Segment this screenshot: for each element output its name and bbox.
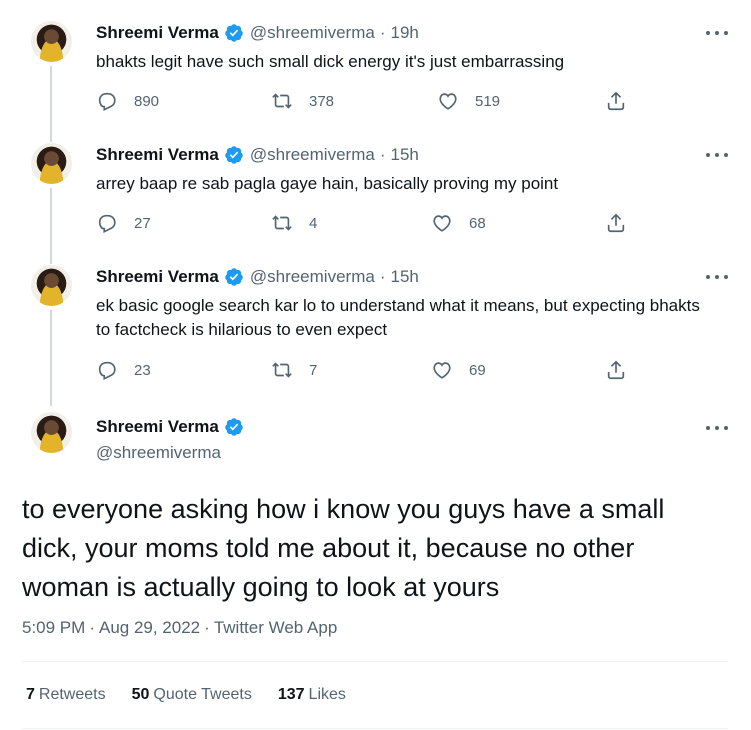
separator-dot: · bbox=[379, 145, 386, 164]
share-button[interactable] bbox=[605, 212, 643, 234]
avatar[interactable] bbox=[31, 265, 72, 306]
author-handle[interactable]: @shreemiverma bbox=[250, 267, 375, 287]
separator-dot: · bbox=[379, 23, 386, 42]
verified-badge-icon bbox=[225, 268, 243, 286]
reply-button[interactable]: 890 bbox=[96, 90, 159, 112]
heart-icon bbox=[439, 93, 457, 110]
divider bbox=[22, 661, 728, 662]
tweet-header: Shreemi Verma @shreemiverma · 15h bbox=[96, 267, 419, 287]
author-handle[interactable]: @shreemiverma bbox=[250, 23, 375, 43]
separator-dot: · bbox=[379, 267, 386, 286]
likes-stat[interactable]: 137 Likes bbox=[278, 686, 346, 704]
share-icon bbox=[607, 360, 625, 380]
reply-icon bbox=[98, 92, 116, 112]
author-name[interactable]: Shreemi Verma bbox=[96, 145, 219, 165]
share-icon bbox=[607, 213, 625, 233]
tweet-date[interactable]: Aug 29, 2022 bbox=[99, 618, 200, 637]
retweet-icon bbox=[272, 362, 292, 378]
like-count: 519 bbox=[475, 92, 501, 110]
reply-button[interactable]: 23 bbox=[96, 359, 151, 381]
share-icon bbox=[607, 91, 625, 111]
tweet-header: Shreemi Verma @shreemiverma · 15h bbox=[96, 145, 419, 165]
heart-icon bbox=[433, 215, 451, 232]
share-button[interactable] bbox=[605, 359, 643, 381]
separator-dot: · bbox=[204, 618, 210, 637]
like-count: 68 bbox=[469, 214, 486, 232]
tweet-text: ek basic google search kar lo to underst… bbox=[96, 296, 700, 339]
retweet-button[interactable]: 7 bbox=[271, 359, 317, 381]
divider bbox=[22, 728, 728, 729]
share-button[interactable] bbox=[605, 90, 643, 112]
reply-count: 890 bbox=[134, 92, 160, 110]
like-button[interactable]: 519 bbox=[437, 90, 500, 112]
retweet-count: 4 bbox=[309, 214, 318, 232]
tweet-text: arrey baap re sab pagla gaye hain, basic… bbox=[96, 174, 559, 193]
thread-tweet[interactable]: Shreemi Verma @shreemiverma · 19h bhakts… bbox=[0, 0, 751, 130]
reply-count: 23 bbox=[134, 361, 151, 379]
author-name[interactable]: Shreemi Verma bbox=[96, 23, 219, 43]
tweet-meta: 5:09 PM · Aug 29, 2022 · Twitter Web App bbox=[22, 618, 337, 638]
reply-count: 27 bbox=[134, 214, 151, 232]
retweet-count: 7 bbox=[309, 361, 318, 379]
tweet-timestamp[interactable]: 15h bbox=[390, 267, 418, 287]
retweet-icon bbox=[272, 215, 292, 231]
verified-badge-icon bbox=[225, 24, 243, 42]
more-options-icon[interactable] bbox=[706, 423, 728, 433]
like-button[interactable]: 69 bbox=[431, 359, 486, 381]
thread-tweet[interactable]: Shreemi Verma @shreemiverma · 15h ek bas… bbox=[0, 252, 751, 400]
focal-author: Shreemi Verma bbox=[96, 417, 250, 437]
retweet-icon bbox=[272, 93, 292, 109]
author-handle[interactable]: @shreemiverma bbox=[96, 443, 221, 463]
tweet-timestamp[interactable]: 15h bbox=[390, 145, 418, 165]
tweet-header: Shreemi Verma @shreemiverma · 19h bbox=[96, 23, 419, 43]
tweet-actions: 23 7 69 bbox=[96, 359, 636, 383]
thread-tweet[interactable]: Shreemi Verma @shreemiverma · 15h arrey … bbox=[0, 130, 751, 252]
separator-dot: · bbox=[89, 618, 95, 637]
author-name[interactable]: Shreemi Verma bbox=[96, 417, 219, 437]
reply-icon bbox=[98, 361, 116, 381]
author-handle[interactable]: @shreemiverma bbox=[250, 145, 375, 165]
more-options-icon[interactable] bbox=[706, 272, 728, 282]
verified-badge-icon bbox=[225, 418, 243, 436]
author-name[interactable]: Shreemi Verma bbox=[96, 267, 219, 287]
quote-tweets-stat[interactable]: 50 Quote Tweets bbox=[132, 686, 252, 704]
reply-icon bbox=[98, 214, 116, 234]
like-button[interactable]: 68 bbox=[431, 212, 486, 234]
retweet-button[interactable]: 378 bbox=[271, 90, 334, 112]
focal-tweet-text: to everyone asking how i know you guys h… bbox=[22, 494, 665, 602]
retweet-count: 378 bbox=[309, 92, 335, 110]
reply-button[interactable]: 27 bbox=[96, 212, 151, 234]
tweet-actions: 890 378 519 bbox=[96, 90, 636, 114]
retweets-stat[interactable]: 7 Retweets bbox=[26, 686, 106, 704]
more-options-icon[interactable] bbox=[706, 150, 728, 160]
avatar[interactable] bbox=[31, 21, 72, 62]
engagement-stats: 7 Retweets 50 Quote Tweets 137 Likes bbox=[26, 686, 346, 704]
more-options-icon[interactable] bbox=[706, 28, 728, 38]
focal-avatar[interactable] bbox=[31, 412, 72, 453]
verified-badge-icon bbox=[225, 146, 243, 164]
tweet-timestamp[interactable]: 19h bbox=[390, 23, 418, 43]
tweet-source[interactable]: Twitter Web App bbox=[214, 618, 337, 637]
retweet-button[interactable]: 4 bbox=[271, 212, 317, 234]
tweet-text: bhakts legit have such small dick energy… bbox=[96, 52, 565, 71]
avatar[interactable] bbox=[31, 143, 72, 184]
like-count: 69 bbox=[469, 361, 486, 379]
tweet-time[interactable]: 5:09 PM bbox=[22, 618, 85, 637]
tweet-actions: 27 4 68 bbox=[96, 212, 636, 236]
heart-icon bbox=[433, 362, 451, 379]
